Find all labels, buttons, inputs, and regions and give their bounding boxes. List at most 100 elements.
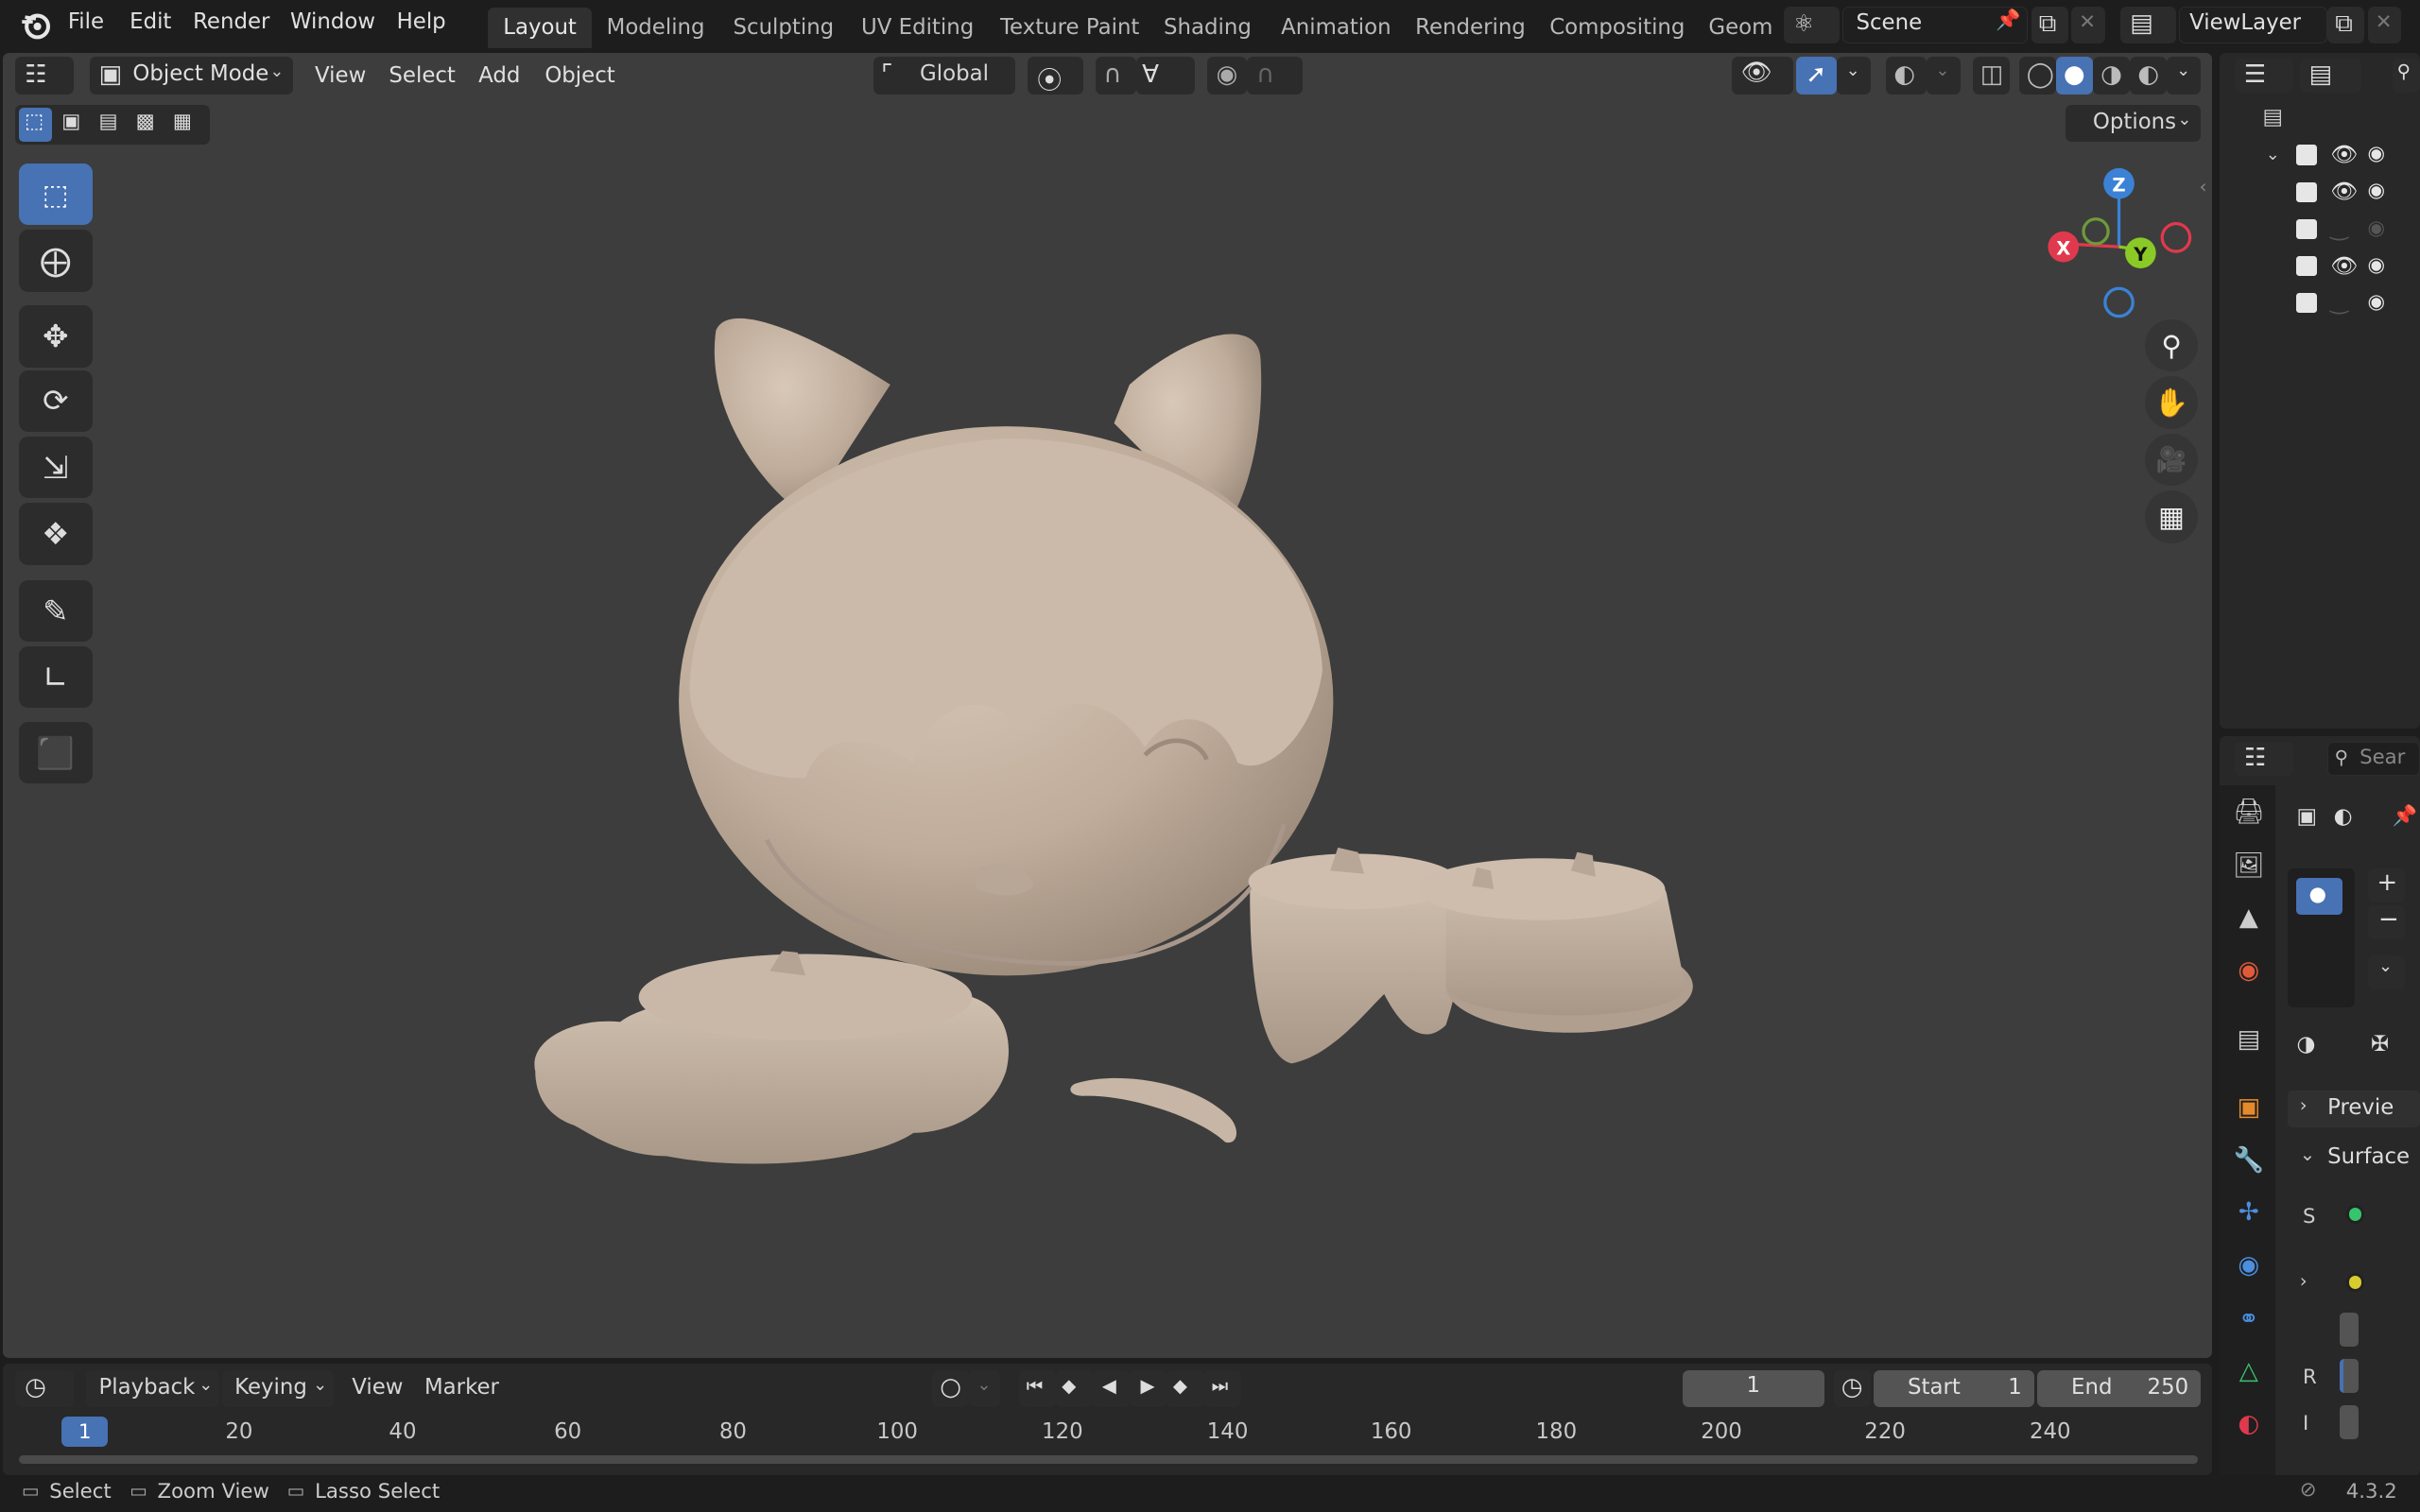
material-browse-icon[interactable]: ◑ — [2296, 1032, 2315, 1057]
tab-particles[interactable]: ✢ — [2229, 1193, 2269, 1232]
remove-slot-button[interactable]: − — [2367, 905, 2405, 940]
tab-uv-editing[interactable]: UV Editing — [846, 8, 990, 47]
scene-models[interactable] — [3, 53, 2211, 1358]
value-slider[interactable] — [2340, 1405, 2359, 1440]
play-button[interactable]: ▶ — [1130, 1369, 1167, 1407]
tab-geometry-nodes[interactable]: Geom — [1693, 8, 1789, 47]
navigation-gizmo[interactable]: Z X Y — [2037, 163, 2207, 330]
preview-section-header[interactable]: › Previe — [2287, 1091, 2420, 1128]
next-keyframe-button[interactable]: ◆ — [1167, 1369, 1204, 1407]
delete-scene-button[interactable]: ✕ — [2071, 6, 2105, 43]
menu-view[interactable]: View — [352, 1375, 403, 1400]
head-model[interactable] — [679, 318, 1334, 975]
jump-start-button[interactable]: ⏮ — [1018, 1369, 1056, 1407]
tab-data[interactable]: △ — [2229, 1351, 2269, 1391]
tab-layout[interactable]: Layout — [487, 8, 593, 48]
playhead[interactable]: 1 — [61, 1416, 109, 1448]
tab-shading[interactable]: Shading — [1149, 8, 1267, 47]
camera-icon[interactable]: ◉ — [2368, 142, 2386, 165]
eye-icon[interactable]: 👁 — [2330, 253, 2358, 279]
playback-dropdown[interactable]: Playback ⌄ — [86, 1369, 219, 1407]
checkbox-icon[interactable] — [2296, 218, 2317, 240]
properties-editor-type[interactable]: ☷ — [2235, 742, 2294, 777]
checkbox-icon[interactable] — [2296, 293, 2317, 314]
outliner-editor-type[interactable]: ☰ — [2235, 59, 2294, 93]
current-frame-field[interactable]: 1 — [1682, 1369, 1824, 1407]
tab-scene[interactable]: ◉ — [2229, 951, 2269, 990]
end-frame-field[interactable]: End 250 — [2037, 1369, 2202, 1407]
value-slider[interactable] — [2340, 1313, 2359, 1348]
scene-collection-icon[interactable]: ▤ — [2263, 105, 2284, 129]
scene-selector-button[interactable]: ⚛ — [1784, 6, 1841, 43]
pin-icon[interactable]: 📌 — [2393, 804, 2417, 828]
outliner-row[interactable]: ‿ ◉ — [2220, 216, 2420, 250]
menu-marker[interactable]: Marker — [424, 1375, 499, 1400]
sidebar-toggle-icon[interactable]: ‹ — [2200, 176, 2207, 198]
tab-material[interactable]: ◐ — [2229, 1404, 2269, 1444]
menu-help[interactable]: Help — [397, 9, 446, 34]
object-data-icon[interactable]: ▣ — [2296, 804, 2317, 829]
checkbox-icon[interactable] — [2296, 145, 2317, 165]
menu-window[interactable]: Window — [290, 9, 375, 34]
tab-modifiers[interactable]: 🔧 — [2229, 1141, 2269, 1180]
eye-icon[interactable]: 👁 — [2330, 179, 2358, 204]
delete-view-layer-button[interactable]: ✕ — [2367, 6, 2402, 43]
menu-file[interactable]: File — [68, 9, 104, 34]
outliner-row[interactable]: ⌄ 👁 ◉ — [2220, 142, 2420, 176]
tab-sculpting[interactable]: Sculpting — [717, 8, 849, 47]
tab-render[interactable]: 🖨 — [2229, 792, 2269, 832]
tab-texture-paint[interactable]: Texture Paint — [985, 8, 1155, 47]
outliner-row[interactable]: 👁 ◉ — [2220, 179, 2420, 213]
gizmo-neg-z[interactable] — [2103, 286, 2135, 318]
tab-physics[interactable]: ◉ — [2229, 1246, 2269, 1285]
outliner-search-button[interactable]: ⚲ — [2392, 59, 2420, 93]
timeline-scrollbar[interactable] — [18, 1454, 2198, 1465]
eye-closed-icon[interactable]: ‿ — [2330, 216, 2347, 241]
tab-rendering[interactable]: Rendering — [1400, 8, 1541, 47]
hat-model[interactable] — [1418, 851, 1694, 1033]
value-slider[interactable] — [2340, 1359, 2359, 1394]
tab-output[interactable]: 🖼 — [2229, 846, 2269, 885]
camera-view-button[interactable]: 🎥 — [2145, 433, 2198, 487]
material-slot[interactable]: ● — [2296, 877, 2343, 916]
blender-logo-icon[interactable] — [19, 9, 53, 41]
socket-yellow-icon[interactable] — [2345, 1272, 2365, 1292]
new-scene-button[interactable]: ⧉ — [2031, 6, 2068, 43]
camera-icon[interactable]: ◉ — [2368, 253, 2386, 277]
pin-icon[interactable]: 📌 — [1996, 9, 2020, 32]
outliner-row[interactable]: ‿ ◉ — [2220, 290, 2420, 324]
tab-object[interactable]: ▣ — [2229, 1088, 2269, 1127]
tab-compositing[interactable]: Compositing — [1534, 8, 1701, 47]
frame-ruler[interactable]: 1 20 40 60 80 100 120 140 160 180 200 22… — [3, 1414, 2211, 1475]
zoom-button[interactable]: ⚲ — [2145, 318, 2198, 372]
eye-icon[interactable]: 👁 — [2330, 142, 2358, 167]
jump-end-button[interactable]: ⏭ — [1203, 1369, 1241, 1407]
tab-world[interactable]: ▤ — [2229, 1020, 2269, 1059]
scene-name-field[interactable]: Scene 📌 — [1842, 6, 2029, 43]
gizmo-neg-y[interactable] — [2082, 217, 2110, 246]
keying-dropdown[interactable]: Keying ⌄ — [222, 1369, 334, 1407]
tab-constraints[interactable]: ⚭ — [2229, 1299, 2269, 1339]
outliner-row[interactable]: 👁 ◉ — [2220, 253, 2420, 287]
add-slot-button[interactable]: + — [2367, 868, 2405, 903]
play-reverse-button[interactable]: ◀ — [1092, 1369, 1131, 1407]
tab-view-layer[interactable]: ▲ — [2229, 898, 2269, 937]
checkbox-icon[interactable] — [2296, 256, 2317, 277]
tab-modeling[interactable]: Modeling — [591, 8, 720, 47]
slot-specials-button[interactable]: ⌄ — [2367, 954, 2405, 989]
socket-green-icon[interactable] — [2345, 1205, 2365, 1224]
material-icon[interactable]: ◐ — [2334, 804, 2353, 829]
node-tree-icon[interactable]: ✠ — [2371, 1032, 2389, 1057]
timeline-editor-type[interactable]: ◷ — [15, 1369, 75, 1407]
3d-viewport[interactable]: ☷ ▣ Object Mode ⌄ View Select Add Object… — [3, 52, 2212, 1358]
view-layer-selector-button[interactable]: ▤ — [2120, 6, 2177, 43]
surface-section-header[interactable]: ⌄ Surface — [2288, 1141, 2420, 1177]
menu-render[interactable]: Render — [193, 9, 269, 34]
prev-keyframe-button[interactable]: ◆ — [1055, 1369, 1093, 1407]
expand-arrow-icon[interactable]: › — [2300, 1270, 2308, 1292]
expand-arrow-icon[interactable]: ⌄ — [2266, 145, 2280, 164]
new-view-layer-button[interactable]: ⧉ — [2327, 6, 2365, 43]
view-layer-field[interactable]: ViewLayer — [2179, 6, 2328, 43]
auto-keying-dropdown[interactable]: ⌄ — [969, 1369, 1000, 1407]
perspective-toggle-button[interactable]: ▦ — [2145, 490, 2198, 543]
